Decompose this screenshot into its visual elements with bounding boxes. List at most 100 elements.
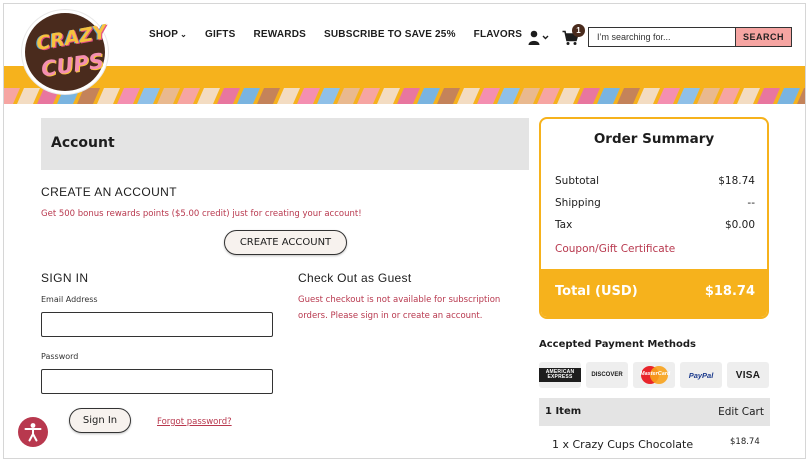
cart-item-count: 1 Item <box>545 406 582 417</box>
stripe-segment <box>417 88 440 104</box>
accepted-payment-title: Accepted Payment Methods <box>539 339 696 350</box>
stripe-segment <box>237 88 260 104</box>
stripe-segment <box>657 88 680 104</box>
stripe-segment <box>557 88 580 104</box>
stripe-segment <box>97 88 120 104</box>
user-account-icon[interactable] <box>528 30 550 46</box>
forgot-password-link[interactable]: Forgot password? <box>157 417 232 427</box>
mastercard-card-icon: MasterCard <box>633 362 675 388</box>
nav-flavors[interactable]: FLAVORS <box>474 29 522 40</box>
create-account-heading: CREATE AN ACCOUNT <box>41 185 177 199</box>
paypal-card-label: PayPal <box>688 370 714 380</box>
stripe-segment <box>197 88 220 104</box>
paypal-card-icon: PayPal <box>680 362 722 388</box>
total-value: $18.74 <box>704 284 755 299</box>
stripe-segment <box>517 88 540 104</box>
nav-subscribe[interactable]: SUBSCRIBE TO SAVE 25% <box>324 29 456 40</box>
summary-row-value: -- <box>747 197 755 209</box>
stripe-segment <box>357 88 380 104</box>
search-button[interactable]: SEARCH <box>735 28 791 46</box>
password-label: Password <box>41 352 79 361</box>
stripe-segment <box>217 88 240 104</box>
create-account-promo: Get 500 bonus rewards points ($5.00 cred… <box>41 209 362 219</box>
discover-card-icon: DISCOVER <box>586 362 628 388</box>
guest-checkout-message-line1: Guest checkout is not available for subs… <box>298 295 501 305</box>
page-title: Account <box>51 135 115 151</box>
accessibility-icon <box>24 423 42 442</box>
discover-card-label: DISCOVER <box>591 372 623 378</box>
order-total-bar: Total (USD) $18.74 <box>541 269 767 317</box>
nav-gifts[interactable]: GIFTS <box>205 29 235 40</box>
stripe-segment <box>717 88 740 104</box>
password-field[interactable] <box>41 369 273 394</box>
main-nav: SHOP ⌄ GIFTS REWARDS SUBSCRIBE TO SAVE 25… <box>149 29 540 40</box>
stripe-segment <box>177 88 200 104</box>
order-summary-panel: Order Summary Subtotal $18.74 Shipping -… <box>539 117 769 319</box>
nav-shop[interactable]: SHOP ⌄ <box>149 29 187 40</box>
summary-row-subtotal: Subtotal $18.74 <box>555 175 755 187</box>
search-form: SEARCH <box>588 27 792 47</box>
stripe-segment <box>697 88 720 104</box>
stripe-segment <box>317 88 340 104</box>
guest-checkout-message-line2: orders. Please sign in or create an acco… <box>298 311 483 321</box>
summary-row-label: Tax <box>555 219 573 231</box>
mastercard-logo: MasterCard <box>639 366 671 384</box>
order-summary-title: Order Summary <box>593 131 715 147</box>
crazy-cups-logo[interactable]: CRAZY CUPS <box>22 10 108 94</box>
summary-row-shipping: Shipping -- <box>555 197 755 209</box>
accessibility-widget-button[interactable] <box>18 417 48 447</box>
stripe-segment <box>257 88 280 104</box>
stripe-segment <box>637 88 660 104</box>
stripe-segment <box>4 88 20 104</box>
stripe-segment <box>577 88 600 104</box>
total-label: Total (USD) <box>555 284 638 299</box>
stripe-segment <box>137 88 160 104</box>
coupon-gift-certificate-link[interactable]: Coupon/Gift Certificate <box>555 243 675 255</box>
guest-checkout-heading: Check Out as Guest <box>298 271 412 285</box>
summary-row-label: Subtotal <box>555 175 599 187</box>
stripe-segment <box>377 88 400 104</box>
stripe-segment <box>777 88 800 104</box>
stripe-segment <box>537 88 560 104</box>
stripe-segment <box>117 88 140 104</box>
email-label: Email Address <box>41 295 98 304</box>
create-account-button[interactable]: CREATE ACCOUNT <box>224 230 347 255</box>
stripe-segment <box>17 88 40 104</box>
stripe-segment <box>477 88 500 104</box>
search-input[interactable] <box>589 28 735 46</box>
page-frame: SHOP ⌄ GIFTS REWARDS SUBSCRIBE TO SAVE 25… <box>3 3 806 459</box>
cart-line-price: $18.74 <box>730 437 760 447</box>
nav-rewards[interactable]: REWARDS <box>254 29 307 40</box>
edit-cart-link[interactable]: Edit Cart <box>718 406 764 418</box>
cart-count-badge: 1 <box>572 24 585 37</box>
stripe-segment <box>737 88 760 104</box>
sign-in-heading: SIGN IN <box>41 271 89 285</box>
email-field[interactable] <box>41 312 273 337</box>
candy-stripe-pattern <box>4 88 805 104</box>
sign-in-button[interactable]: Sign In <box>69 408 131 433</box>
stripe-segment <box>337 88 360 104</box>
amex-card-label: AMERICAN EXPRESS <box>539 368 581 382</box>
logo-word-cups: CUPS <box>39 48 106 82</box>
visa-card-label: VISA <box>735 369 761 381</box>
cart-items-header: 1 Item Edit Cart <box>539 398 770 426</box>
stripe-segment <box>437 88 460 104</box>
decorative-band <box>4 66 805 104</box>
chevron-down-icon: ⌄ <box>180 30 188 39</box>
cart-line-item: 1 x Crazy Cups Chocolate <box>552 438 694 451</box>
visa-card-icon: VISA <box>727 362 769 388</box>
site-header: SHOP ⌄ GIFTS REWARDS SUBSCRIBE TO SAVE 25… <box>4 4 805 70</box>
payment-methods-list: AMERICAN EXPRESS DISCOVER MasterCard Pay… <box>539 362 769 388</box>
amex-card-icon: AMERICAN EXPRESS <box>539 362 581 388</box>
summary-row-label: Shipping <box>555 197 601 209</box>
stripe-segment <box>617 88 640 104</box>
nav-shop-label: SHOP <box>149 29 179 40</box>
stripe-segment <box>757 88 780 104</box>
account-header: Account <box>41 118 529 170</box>
summary-row-tax: Tax $0.00 <box>555 219 755 231</box>
stripe-segment <box>597 88 620 104</box>
summary-row-value: $18.74 <box>718 175 755 187</box>
stripe-segment <box>277 88 300 104</box>
stripe-segment <box>157 88 180 104</box>
mastercard-card-label: MasterCard <box>640 371 671 377</box>
